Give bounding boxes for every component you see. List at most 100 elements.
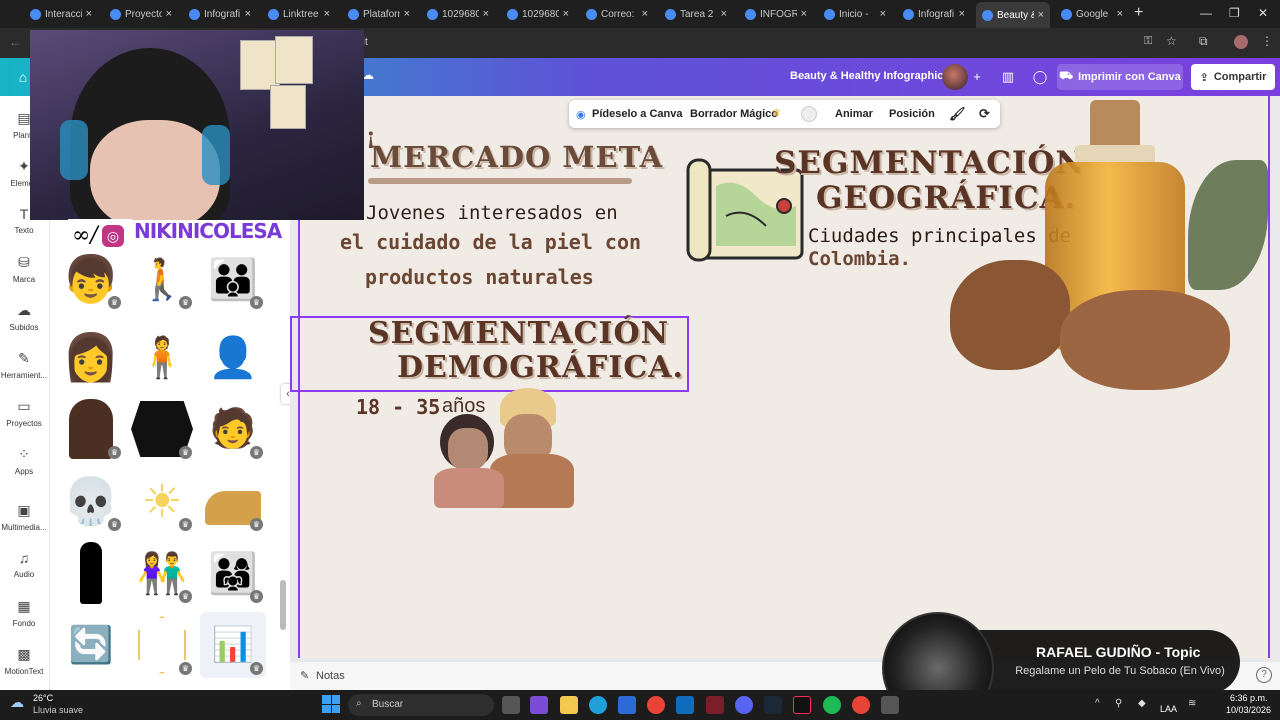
- element-thumb-hair[interactable]: ♛: [58, 396, 124, 462]
- browser-tab[interactable]: Google ×: [1055, 4, 1129, 24]
- element-thumb-sketch-people[interactable]: 🚶 ♛: [129, 246, 195, 312]
- close-tab-icon[interactable]: ×: [721, 8, 727, 20]
- browser-tab[interactable]: INFOGR ×: [739, 4, 813, 24]
- clock-time[interactable]: 6:36 p.m.: [1230, 693, 1268, 703]
- rail-item[interactable]: ♫ Audio: [0, 550, 48, 579]
- clock-date[interactable]: 10/03/2026: [1226, 705, 1271, 715]
- password-key-icon[interactable]: ⚿: [1144, 35, 1152, 48]
- element-thumb-woman-avatar[interactable]: 👩: [58, 324, 124, 390]
- women-illustration[interactable]: [430, 384, 575, 510]
- notes-label[interactable]: Notas: [316, 670, 345, 682]
- element-thumb-sun[interactable]: ☀ ♛: [129, 468, 195, 534]
- rail-item[interactable]: ✎ Herramient...: [0, 350, 48, 380]
- insights-chart-icon[interactable]: ▥: [997, 66, 1019, 88]
- outlook-icon[interactable]: [676, 696, 694, 714]
- app-icon[interactable]: [881, 696, 899, 714]
- language-indicator[interactable]: LAA: [1160, 704, 1177, 714]
- maximize-button[interactable]: ❐: [1229, 6, 1240, 20]
- position-button[interactable]: Posición: [889, 108, 935, 120]
- geo-desc-line2[interactable]: Colombia.: [808, 248, 911, 270]
- rail-item[interactable]: ☁ Subidos: [0, 302, 48, 332]
- add-collaborator-icon[interactable]: +: [966, 66, 988, 88]
- document-title[interactable]: Beauty & Healthy Infographic: [790, 70, 943, 82]
- close-tab-icon[interactable]: ×: [404, 8, 410, 20]
- windows-start-icon[interactable]: [322, 695, 340, 713]
- close-tab-icon[interactable]: ×: [483, 8, 489, 20]
- discord-icon[interactable]: [735, 696, 753, 714]
- rail-item[interactable]: ⛁ Marca: [0, 254, 48, 284]
- weather-icon[interactable]: ☁: [10, 694, 24, 711]
- tray-chevron-icon[interactable]: ^: [1095, 698, 1100, 709]
- edge-icon[interactable]: [589, 696, 607, 714]
- browser-tab[interactable]: Infografi ×: [897, 4, 971, 24]
- close-tab-icon[interactable]: ×: [245, 8, 251, 20]
- taskbar-search[interactable]: ⌕ Buscar: [348, 694, 494, 716]
- element-thumb-hand[interactable]: ♛: [200, 468, 266, 534]
- browser-tab[interactable]: 1029680 ×: [501, 4, 575, 24]
- browser-tab[interactable]: Correo: ×: [580, 4, 654, 24]
- share-button[interactable]: ⇪ Compartir: [1191, 64, 1275, 90]
- close-tab-icon[interactable]: ×: [801, 8, 807, 20]
- back-icon[interactable]: ←: [9, 35, 21, 49]
- browser-tab[interactable]: Interacci ×: [24, 4, 98, 24]
- rail-item[interactable]: ▩ MotionText: [0, 646, 48, 676]
- target-text-line2[interactable]: el cuidado de la piel con: [340, 230, 641, 254]
- element-thumb-family[interactable]: 👪 ♛: [200, 246, 266, 312]
- rail-item[interactable]: ▭ Proyectos: [0, 398, 48, 428]
- weather-desc[interactable]: Lluvia suave: [33, 705, 83, 715]
- copy-style-icon[interactable]: 🖌: [949, 106, 966, 122]
- extensions-icon[interactable]: ⧉: [1199, 34, 1208, 49]
- element-thumb-friends[interactable]: 👫 ♛: [129, 540, 195, 606]
- ask-canva-button[interactable]: Pídeselo a Canva: [592, 108, 683, 120]
- browser-tab[interactable]: Tarea 2 ×: [659, 4, 733, 24]
- file-explorer-icon[interactable]: [560, 696, 578, 714]
- panel-scrollbar[interactable]: [280, 580, 286, 630]
- close-tab-icon[interactable]: ×: [166, 8, 172, 20]
- collaborator-avatar[interactable]: [942, 64, 968, 90]
- color-swatch[interactable]: [801, 106, 817, 122]
- close-tab-icon[interactable]: ×: [642, 8, 648, 20]
- element-thumb-presentation[interactable]: 📊 ♛: [200, 612, 266, 678]
- seg-dem-heading-line2[interactable]: DEMOGRÁFICA.: [397, 350, 684, 385]
- comment-icon[interactable]: ◯: [1029, 66, 1051, 88]
- close-tab-icon[interactable]: ×: [959, 8, 965, 20]
- store-icon[interactable]: [618, 696, 636, 714]
- close-tab-icon[interactable]: ×: [563, 8, 569, 20]
- seg-dem-heading-line1[interactable]: SEGMENTACIÓN: [368, 316, 669, 351]
- wifi-icon[interactable]: ≋: [1188, 698, 1196, 709]
- minimize-button[interactable]: —: [1200, 6, 1212, 20]
- element-thumb-man-standing[interactable]: 🧍: [129, 324, 195, 390]
- element-thumb-silhouette[interactable]: [58, 540, 124, 606]
- close-tab-icon[interactable]: ×: [1038, 9, 1044, 21]
- element-thumb-users-cycle[interactable]: 🔄: [58, 612, 124, 678]
- browser-tab[interactable]: Inicio - ×: [818, 4, 892, 24]
- notes-icon[interactable]: ✎: [300, 669, 309, 682]
- browser-menu-icon[interactable]: ⋮: [1261, 34, 1273, 48]
- print-with-canva-button[interactable]: ⛟ Imprimir con Canva: [1057, 64, 1183, 90]
- target-text-line3[interactable]: productos naturales: [365, 265, 594, 289]
- target-text-line1[interactable]: Jovenes interesados en: [366, 202, 618, 224]
- help-icon[interactable]: ?: [1256, 667, 1272, 683]
- element-thumb-boy[interactable]: 👦 ♛: [58, 246, 124, 312]
- weather-temp[interactable]: 26°C: [33, 693, 53, 703]
- volume-icon[interactable]: ◆: [1138, 698, 1146, 709]
- profile-avatar[interactable]: [1234, 35, 1248, 49]
- steam-icon[interactable]: [764, 696, 782, 714]
- element-thumb-skull[interactable]: 💀 ♛: [58, 468, 124, 534]
- close-window-button[interactable]: ✕: [1258, 6, 1268, 20]
- network-icon[interactable]: ⚲: [1115, 698, 1122, 709]
- bookmark-star-icon[interactable]: ☆: [1166, 34, 1177, 48]
- element-thumb-group[interactable]: 👨‍👩‍👧 ♛: [200, 540, 266, 606]
- close-tab-icon[interactable]: ×: [324, 8, 330, 20]
- app-icon[interactable]: [706, 696, 724, 714]
- more-options-icon[interactable]: ⟳: [979, 106, 990, 122]
- oil-bottle-image[interactable]: [950, 100, 1268, 400]
- chrome-active-icon[interactable]: [852, 696, 870, 714]
- browser-tab[interactable]: Infografi ×: [183, 4, 257, 24]
- browser-tab[interactable]: Linktree ×: [262, 4, 336, 24]
- tiktok-icon[interactable]: [793, 696, 811, 714]
- element-thumb-gold-frame[interactable]: ♛: [129, 612, 195, 678]
- browser-tab[interactable]: Proyecto ×: [104, 4, 178, 24]
- rail-item[interactable]: ▣ Multimedia...: [0, 502, 48, 532]
- age-range[interactable]: 18 - 35: [356, 395, 440, 419]
